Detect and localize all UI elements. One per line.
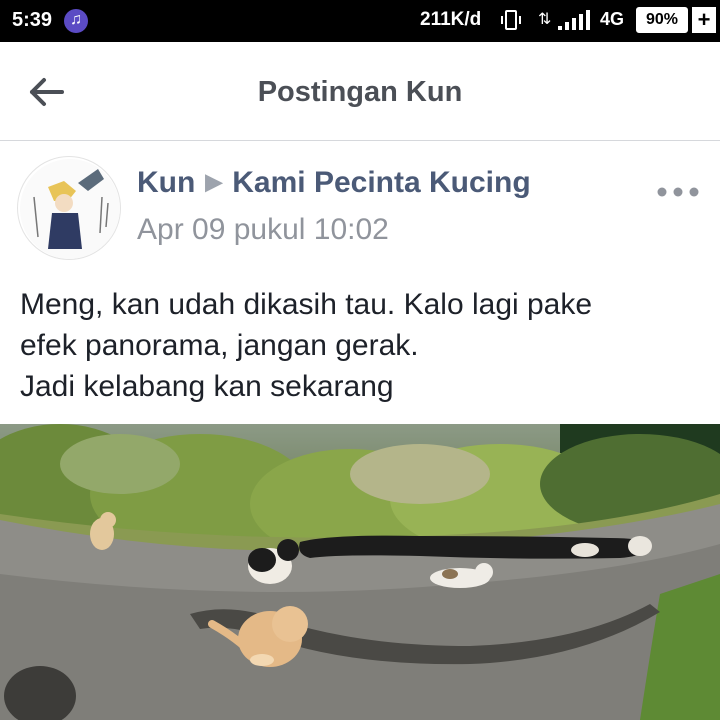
post-author-line: Kun ▶ Kami Pecinta Kucing [137, 166, 531, 200]
post-timestamp[interactable]: Apr 09 pukul 10:02 [137, 213, 389, 247]
status-time: 5:39 [12, 9, 53, 31]
triangle-right-icon: ▶ [205, 169, 223, 194]
group-link[interactable]: Kami Pecinta Kucing [232, 166, 530, 199]
post-photo[interactable] [0, 424, 720, 720]
network-type: 4G [600, 9, 625, 29]
page-title: Postingan Kun [257, 76, 463, 108]
vibrate-icon [501, 10, 521, 30]
network-speed: 211K/d [420, 9, 482, 30]
signal-icon [558, 10, 590, 30]
data-activity-icon: ⇅ [538, 11, 552, 28]
status-bar: 5:39 ♫ 211K/d ⇅ 4G 90% + [0, 0, 720, 42]
battery-icon: 90% [636, 7, 688, 33]
post-text: Meng, kan udah dikasih tau. Kalo lagi pa… [20, 284, 700, 407]
post-text-line: efek panorama, jangan gerak. [20, 329, 419, 362]
battery-charging-indicator: + [692, 7, 716, 33]
more-dots-icon[interactable] [656, 180, 700, 204]
author-link[interactable]: Kun [137, 166, 195, 199]
music-note-icon: ♫ [64, 9, 88, 33]
app-header: Postingan Kun [0, 42, 720, 141]
post-text-line: Meng, kan udah dikasih tau. Kalo lagi pa… [20, 288, 593, 321]
post-text-line: Jadi kelabang kan sekarang [20, 370, 394, 403]
avatar[interactable] [17, 156, 121, 260]
